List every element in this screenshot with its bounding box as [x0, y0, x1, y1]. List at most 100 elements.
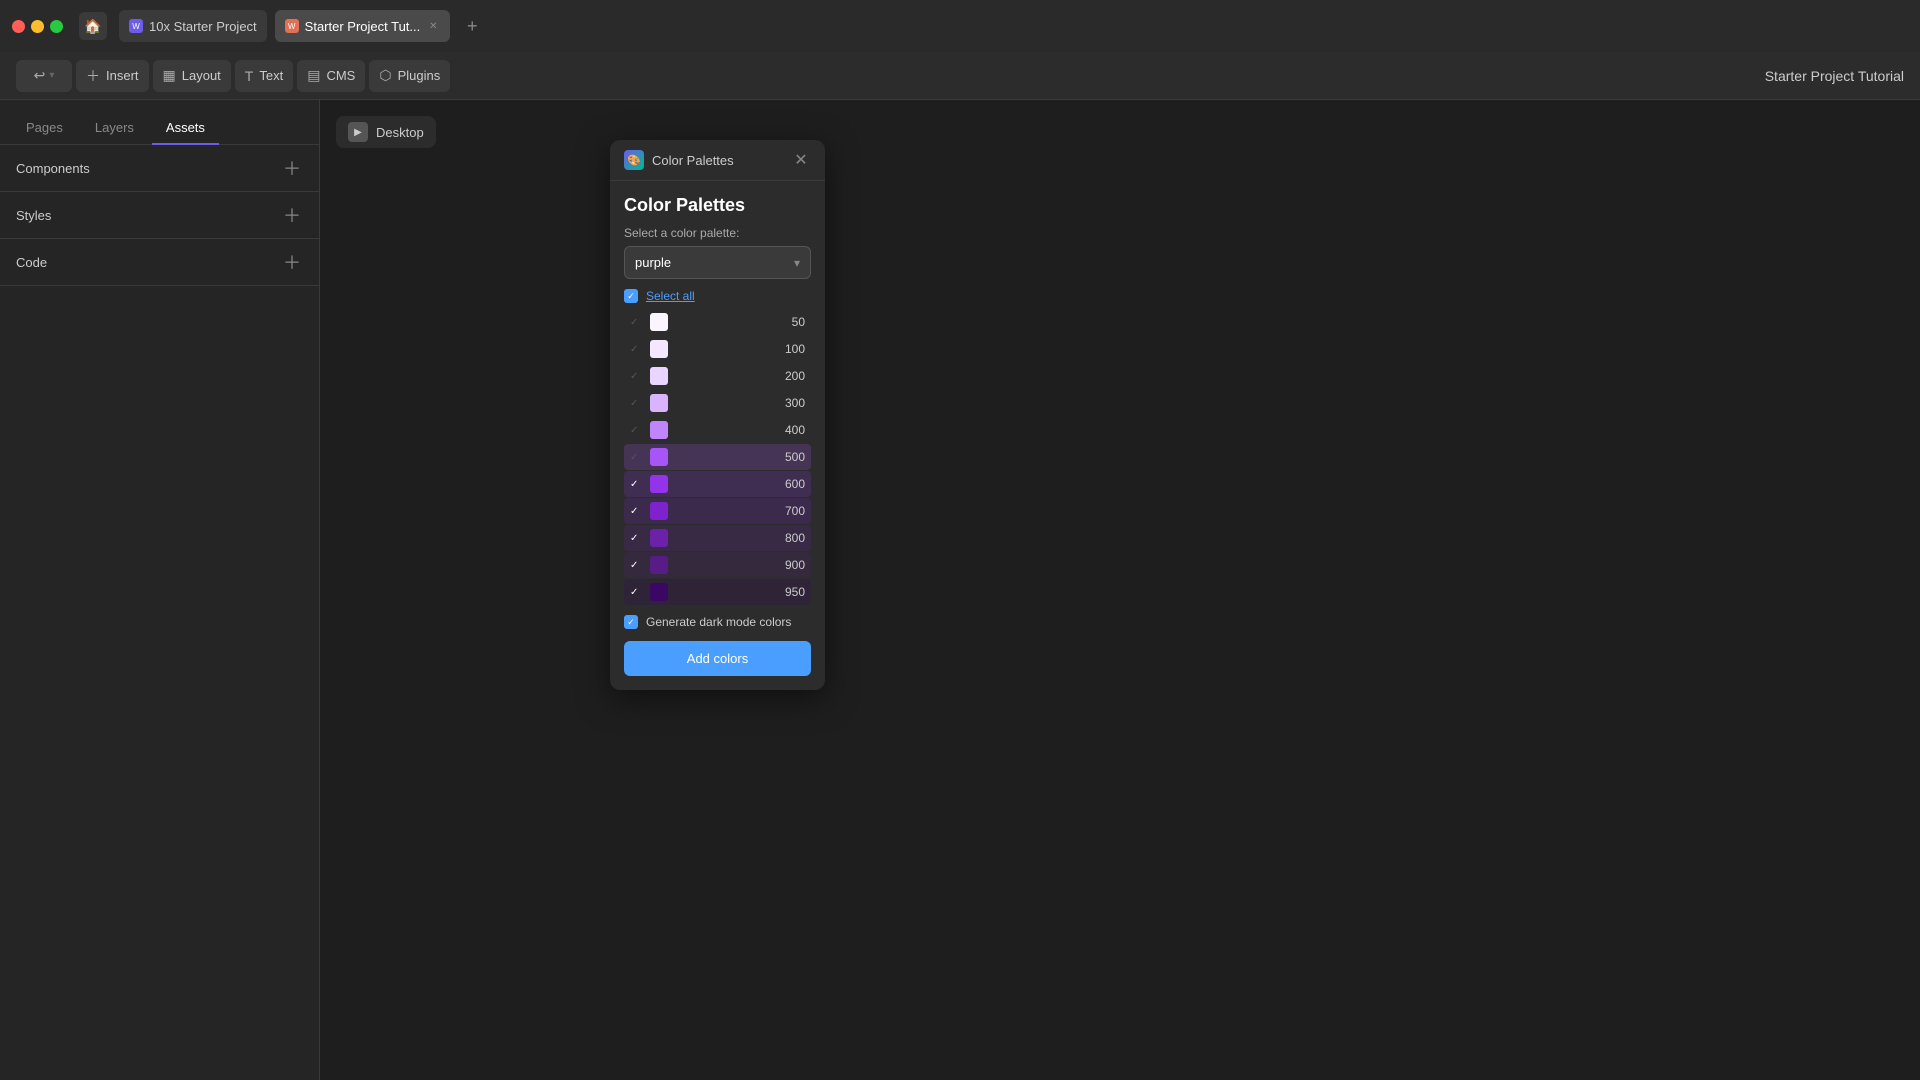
- color-palettes-modal[interactable]: 🎨 Color Palettes ✕ Color Palettes Select…: [610, 140, 825, 690]
- text-button[interactable]: T Text: [235, 60, 293, 92]
- color-swatch-700: [650, 502, 668, 520]
- color-shade-row-50[interactable]: ✓ 50: [624, 309, 811, 335]
- plugins-label: Plugins: [398, 68, 441, 83]
- canvas-area: ▶ Desktop 🎨 Color Palettes ✕ Color Palet…: [320, 100, 1920, 1080]
- minimize-traffic-light[interactable]: [31, 20, 44, 33]
- color-shade-number-700: 700: [785, 504, 805, 518]
- color-shade-row-400[interactable]: ✓ 400: [624, 417, 811, 443]
- cms-button[interactable]: ▤ CMS: [297, 60, 365, 92]
- color-swatch-300: [650, 394, 668, 412]
- toolbar: ↩ ▾ ＋ Insert ▦ Layout T Text ▤ CMS ⬡ Plu…: [0, 52, 1920, 100]
- color-check-icon: ✓: [630, 452, 644, 463]
- layout-icon: ▦: [163, 67, 176, 84]
- color-shade-row-500[interactable]: ✓ 500: [624, 444, 811, 470]
- color-shade-number-900: 900: [785, 558, 805, 572]
- layout-button[interactable]: ▦ Layout: [153, 60, 231, 92]
- color-check-icon: ✓: [630, 425, 644, 436]
- color-swatch-400: [650, 421, 668, 439]
- project-title: Starter Project Tutorial: [1765, 68, 1904, 84]
- components-label: Components: [16, 161, 90, 176]
- color-check-icon: ✓: [630, 587, 644, 598]
- layout-label: Layout: [182, 68, 221, 83]
- color-check-icon: ✓: [630, 506, 644, 517]
- color-row-left: ✓: [630, 502, 668, 520]
- color-shade-row-200[interactable]: ✓ 200: [624, 363, 811, 389]
- play-icon[interactable]: ▶: [348, 122, 368, 142]
- tab-close-button[interactable]: ✕: [426, 19, 440, 33]
- color-row-left: ✓: [630, 421, 668, 439]
- palette-selected-value: purple: [635, 255, 671, 270]
- modal-plugin-icon: 🎨: [624, 150, 644, 170]
- color-row-left: ✓: [630, 367, 668, 385]
- tab-10x-starter[interactable]: W 10x Starter Project: [119, 10, 267, 42]
- color-row-left: ✓: [630, 448, 668, 466]
- color-shade-row-300[interactable]: ✓ 300: [624, 390, 811, 416]
- add-colors-button[interactable]: Add colors: [624, 641, 811, 676]
- add-code-button[interactable]: ＋: [281, 251, 303, 273]
- color-shade-row-600[interactable]: ✓ 600: [624, 471, 811, 497]
- device-label: Desktop: [376, 125, 424, 140]
- color-shade-number-300: 300: [785, 396, 805, 410]
- tab-icon-2: W: [285, 19, 299, 33]
- tab-icon-1: W: [129, 19, 143, 33]
- color-shade-number-50: 50: [792, 315, 805, 329]
- styles-label: Styles: [16, 208, 51, 223]
- tab-label-2: Starter Project Tut...: [305, 19, 421, 34]
- modal-main-title: Color Palettes: [624, 195, 811, 216]
- color-shade-number-200: 200: [785, 369, 805, 383]
- color-shade-row-900[interactable]: ✓ 900: [624, 552, 811, 578]
- color-check-icon: ✓: [630, 398, 644, 409]
- select-all-row: ✓ Select all: [624, 289, 811, 303]
- main-layout: Pages Layers Assets Components ＋ Styles …: [0, 100, 1920, 1080]
- tab-starter-tut[interactable]: W Starter Project Tut... ✕: [275, 10, 451, 42]
- sidebar: Pages Layers Assets Components ＋ Styles …: [0, 100, 320, 1080]
- tab-label-1: 10x Starter Project: [149, 19, 257, 34]
- color-shade-number-800: 800: [785, 531, 805, 545]
- color-check-icon: ✓: [630, 344, 644, 355]
- color-check-icon: ✓: [630, 317, 644, 328]
- modal-header: 🎨 Color Palettes ✕: [610, 140, 825, 181]
- sidebar-section-code[interactable]: Code ＋: [0, 239, 319, 286]
- plugins-icon: ⬡: [379, 67, 391, 84]
- home-button[interactable]: 🏠: [79, 12, 107, 40]
- color-swatch-500: [650, 448, 668, 466]
- add-style-button[interactable]: ＋: [281, 204, 303, 226]
- color-shade-row-800[interactable]: ✓ 800: [624, 525, 811, 551]
- palette-dropdown[interactable]: purple ▾: [624, 246, 811, 279]
- dark-mode-label: Generate dark mode colors: [646, 615, 791, 629]
- sidebar-tab-assets[interactable]: Assets: [152, 112, 219, 145]
- sidebar-section-styles[interactable]: Styles ＋: [0, 192, 319, 239]
- modal-small-title: Color Palettes: [652, 153, 734, 168]
- plugins-button[interactable]: ⬡ Plugins: [369, 60, 450, 92]
- color-shade-row-700[interactable]: ✓ 700: [624, 498, 811, 524]
- dark-mode-checkbox[interactable]: ✓: [624, 615, 638, 629]
- color-shade-number-950: 950: [785, 585, 805, 599]
- cms-label: CMS: [326, 68, 355, 83]
- color-check-icon: ✓: [630, 560, 644, 571]
- fullscreen-traffic-light[interactable]: [50, 20, 63, 33]
- color-swatch-50: [650, 313, 668, 331]
- sidebar-tab-layers[interactable]: Layers: [81, 112, 148, 145]
- color-row-left: ✓: [630, 340, 668, 358]
- modal-body: Color Palettes Select a color palette: p…: [610, 181, 825, 690]
- sidebar-section-components[interactable]: Components ＋: [0, 145, 319, 192]
- back-forward-button[interactable]: ↩ ▾: [16, 60, 72, 92]
- color-row-left: ✓: [630, 394, 668, 412]
- color-swatch-100: [650, 340, 668, 358]
- add-tab-button[interactable]: +: [458, 12, 486, 40]
- select-all-label[interactable]: Select all: [646, 289, 695, 303]
- sidebar-tab-pages[interactable]: Pages: [12, 112, 77, 145]
- modal-overlay: 🎨 Color Palettes ✕ Color Palettes Select…: [320, 100, 1920, 1080]
- color-shade-row-950[interactable]: ✓ 950: [624, 579, 811, 605]
- close-traffic-light[interactable]: [12, 20, 25, 33]
- insert-button[interactable]: ＋ Insert: [76, 60, 149, 92]
- add-component-button[interactable]: ＋: [281, 157, 303, 179]
- color-shade-row-100[interactable]: ✓ 100: [624, 336, 811, 362]
- select-all-checkbox[interactable]: ✓: [624, 289, 638, 303]
- sidebar-tabs: Pages Layers Assets: [0, 100, 319, 145]
- color-swatch-200: [650, 367, 668, 385]
- modal-close-button[interactable]: ✕: [791, 150, 811, 170]
- canvas-device-toolbar: ▶ Desktop: [336, 116, 436, 148]
- color-shade-number-500: 500: [785, 450, 805, 464]
- insert-icon: ＋: [86, 66, 100, 86]
